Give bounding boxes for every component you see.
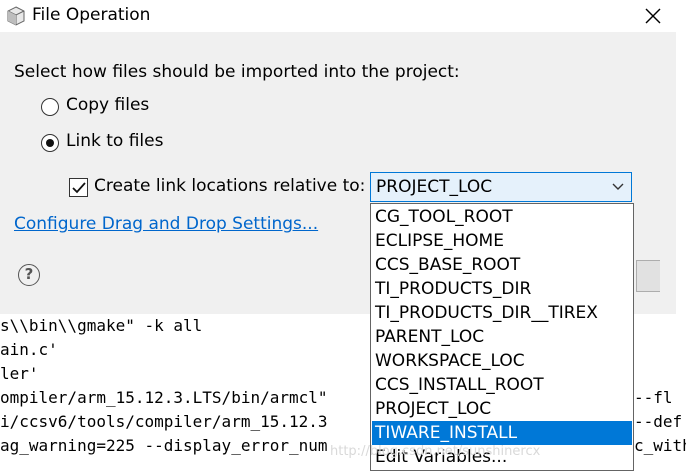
dialog-button-partial[interactable] — [636, 260, 660, 292]
console-line: i/ccsv6/tools/compiler/arm_15.12.3 — [0, 412, 328, 431]
combo-option-highlighted[interactable]: TIWARE_INSTALL — [372, 421, 632, 445]
combo-option[interactable]: PARENT_LOC — [372, 325, 632, 349]
console-line-tail: c_with — [634, 436, 686, 455]
console-line: ag_warning=225 --display_error_num — [0, 436, 328, 455]
combo-value: PROJECT_LOC — [376, 177, 493, 197]
console-line-tail: --fl — [634, 388, 673, 407]
link-files-radio[interactable] — [41, 134, 59, 152]
relative-location-combo[interactable]: PROJECT_LOC — [370, 172, 632, 202]
console-line: ler' — [0, 364, 39, 383]
create-link-checkbox[interactable] — [69, 178, 88, 197]
configure-drag-drop-link[interactable]: Configure Drag and Drop Settings... — [14, 214, 318, 234]
close-icon — [645, 8, 661, 24]
combo-option[interactable]: CG_TOOL_ROOT — [372, 205, 632, 229]
app-cube-icon — [7, 6, 25, 26]
combo-option[interactable]: ECLIPSE_HOME — [372, 229, 632, 253]
help-icon[interactable]: ? — [18, 264, 40, 286]
close-button[interactable] — [630, 0, 676, 32]
console-line: ain.c' — [0, 340, 58, 359]
checkmark-icon — [72, 182, 86, 194]
chevron-down-icon — [612, 183, 624, 190]
combo-dropdown-list: CG_TOOL_ROOT ECLIPSE_HOME CCS_BASE_ROOT … — [370, 203, 634, 471]
combo-option[interactable]: PROJECT_LOC — [372, 397, 632, 421]
copy-files-radio[interactable] — [41, 98, 59, 116]
import-prompt: Select how files should be imported into… — [14, 62, 460, 82]
console-line: ompiler/arm_15.12.3.LTS/bin/armcl" — [0, 388, 328, 407]
console-line: s\\bin\\gmake" -k all — [0, 316, 203, 335]
combo-option[interactable]: CCS_INSTALL_ROOT — [372, 373, 632, 397]
watermark: http://blog.csdn.net/sunshinercx — [330, 444, 541, 459]
copy-files-label[interactable]: Copy files — [66, 95, 149, 115]
create-link-label[interactable]: Create link locations relative to: — [94, 176, 365, 196]
title-bar[interactable]: File Operation — [0, 0, 676, 32]
combo-option[interactable]: TI_PRODUCTS_DIR — [372, 277, 632, 301]
combo-option[interactable]: TI_PRODUCTS_DIR__TIREX — [372, 301, 632, 325]
combo-option[interactable]: WORKSPACE_LOC — [372, 349, 632, 373]
dialog-title: File Operation — [32, 5, 151, 25]
combo-option[interactable]: CCS_BASE_ROOT — [372, 253, 632, 277]
console-line-tail: --def — [634, 412, 683, 431]
link-files-label[interactable]: Link to files — [66, 131, 163, 151]
